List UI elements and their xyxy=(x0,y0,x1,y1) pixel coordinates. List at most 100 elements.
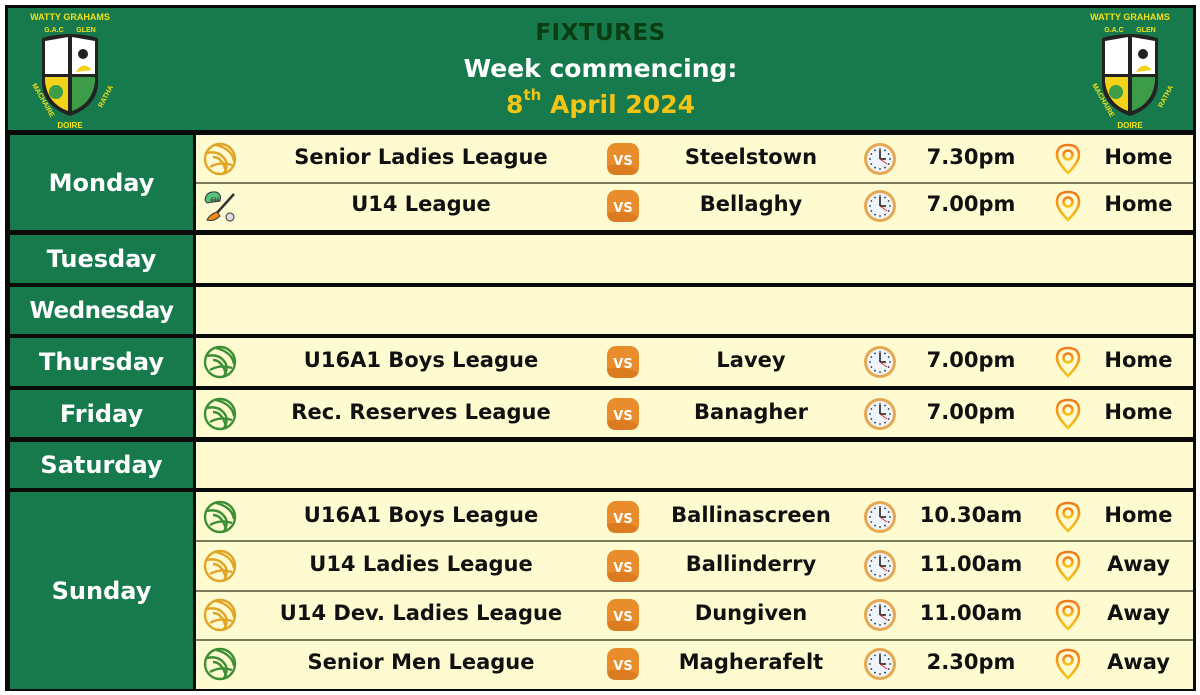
day-label-thursday: Thursday xyxy=(10,338,193,386)
fixtures-cell-monday: Senior Ladies League VS Steelstown 7.30p… xyxy=(196,135,1193,230)
fixture-row: U16A1 Boys League VS Ballinascreen 10.30… xyxy=(196,492,1193,541)
clock-icon xyxy=(863,397,897,431)
ladies-football-icon xyxy=(202,548,238,584)
crest-gac-text: G.A.C xyxy=(1104,27,1123,34)
venue: Home xyxy=(1104,144,1173,169)
competition-name: U14 League xyxy=(351,192,491,217)
crest-glen-text: GLEN xyxy=(1136,27,1155,34)
clock-icon xyxy=(863,598,897,632)
date-suffix: th xyxy=(523,86,542,104)
football-icon xyxy=(202,646,238,682)
day-label-monday: Monday xyxy=(10,135,193,230)
header-banner: WATTY GRAHAMS G.A.C GLEN MACHAIRE RATHA … xyxy=(8,8,1193,130)
football-icon xyxy=(202,344,238,380)
svg-text:VS: VS xyxy=(613,357,632,372)
competition-name: Senior Men League xyxy=(307,650,535,675)
opponent-name: Banagher xyxy=(694,399,808,424)
vs-icon: VS xyxy=(606,189,640,223)
venue: Away xyxy=(1107,650,1170,675)
opponent-name: Ballinderry xyxy=(685,551,817,576)
fixtures-cell-friday: Rec. Reserves League VS Banagher 7.00pm … xyxy=(196,390,1193,437)
throw-in-time: 2.30pm xyxy=(926,650,1016,675)
week-date: 8th April 2024 xyxy=(8,86,1193,119)
location-pin-icon xyxy=(1054,647,1082,681)
clock-icon xyxy=(863,500,897,534)
vs-icon: VS xyxy=(606,345,640,379)
throw-in-time: 7.00pm xyxy=(926,399,1016,424)
row-divider xyxy=(196,638,1193,641)
row-divider xyxy=(196,540,1193,543)
location-pin-icon xyxy=(1054,345,1082,379)
opponent-name: Steelstown xyxy=(684,144,818,169)
day-label-sunday: Sunday xyxy=(10,492,193,689)
row-divider xyxy=(196,181,1193,184)
clock-icon xyxy=(863,549,897,583)
opponent-name: Lavey xyxy=(716,348,786,372)
vs-icon: VS xyxy=(606,142,640,176)
svg-text:VS: VS xyxy=(613,512,632,527)
throw-in-time: 7.00pm xyxy=(926,348,1016,372)
football-icon xyxy=(202,396,238,432)
fixture-row: U14 Dev. Ladies League VS Dungiven 11.00… xyxy=(196,591,1193,640)
svg-text:VS: VS xyxy=(613,201,632,216)
row-divider xyxy=(196,589,1193,592)
club-crest-right: WATTY GRAHAMS G.A.C GLEN MACHAIRE RATHA … xyxy=(1090,12,1175,130)
throw-in-time: 7.30pm xyxy=(926,144,1016,169)
fixture-row: Rec. Reserves League VS Banagher 7.00pm … xyxy=(196,390,1193,437)
crest-doire-text: DOIRE xyxy=(57,121,83,130)
clock-icon xyxy=(863,345,897,379)
vs-icon: VS xyxy=(606,500,640,534)
svg-text:VS: VS xyxy=(613,561,632,576)
week-commencing-label: Week commencing: xyxy=(463,54,738,83)
svg-text:VS: VS xyxy=(613,154,632,169)
svg-text:VS: VS xyxy=(613,610,632,625)
venue: Home xyxy=(1104,502,1173,527)
venue: Home xyxy=(1104,192,1173,217)
opponent-name: Ballinascreen xyxy=(671,502,831,527)
venue: Home xyxy=(1104,348,1173,372)
fixtures-cell-thursday: U16A1 Boys League VS Lavey 7.00pm Home xyxy=(196,338,1193,386)
throw-in-time: 11.00am xyxy=(919,601,1023,626)
page-title: FIXTURES xyxy=(535,20,666,46)
competition-name: Rec. Reserves League xyxy=(291,399,551,424)
date-day: 8 xyxy=(506,90,524,119)
competition-name: U14 Dev. Ladies League xyxy=(279,601,563,626)
competition-name: U16A1 Boys League xyxy=(303,502,539,527)
location-pin-icon xyxy=(1054,189,1082,223)
clock-icon xyxy=(863,647,897,681)
opponent-name: Dungiven xyxy=(694,601,808,626)
crest-doire-text: DOIRE xyxy=(1117,121,1143,130)
competition-name: U16A1 Boys League xyxy=(303,348,539,372)
competition-name: Senior Ladies League xyxy=(294,144,548,169)
fixture-row: U16A1 Boys League VS Lavey 7.00pm Home xyxy=(196,338,1193,386)
throw-in-time: 11.00am xyxy=(919,551,1023,576)
clock-icon xyxy=(863,189,897,223)
fixture-row: Senior Ladies League VS Steelstown 7.30p… xyxy=(196,135,1193,183)
throw-in-time: 7.00pm xyxy=(926,192,1016,217)
fixtures-cell-wednesday xyxy=(196,287,1193,334)
opponent-name: Bellaghy xyxy=(699,192,803,217)
hurling-icon xyxy=(202,188,238,224)
location-pin-icon xyxy=(1054,549,1082,583)
fixtures-cell-sunday: U16A1 Boys League VS Ballinascreen 10.30… xyxy=(196,492,1193,689)
date-month-year: April 2024 xyxy=(541,90,695,119)
vs-icon: VS xyxy=(606,397,640,431)
location-pin-icon xyxy=(1054,598,1082,632)
day-label-saturday: Saturday xyxy=(10,442,193,488)
opponent-name: Magherafelt xyxy=(678,650,824,675)
day-label-tuesday: Tuesday xyxy=(10,235,193,283)
ladies-football-icon xyxy=(202,597,238,633)
day-label-wednesday: Wednesday xyxy=(10,287,193,334)
location-pin-icon xyxy=(1054,397,1082,431)
vs-icon: VS xyxy=(606,549,640,583)
svg-text:VS: VS xyxy=(613,659,632,674)
throw-in-time: 10.30am xyxy=(919,502,1023,527)
location-pin-icon xyxy=(1054,500,1082,534)
fixtures-cell-tuesday xyxy=(196,235,1193,283)
fixtures-cell-saturday xyxy=(196,442,1193,488)
football-icon xyxy=(202,499,238,535)
competition-name: U14 Ladies League xyxy=(309,551,533,576)
vs-icon: VS xyxy=(606,598,640,632)
fixture-row: U14 League VS Bellaghy 7.00pm Home xyxy=(196,183,1193,231)
svg-text:VS: VS xyxy=(613,409,632,424)
